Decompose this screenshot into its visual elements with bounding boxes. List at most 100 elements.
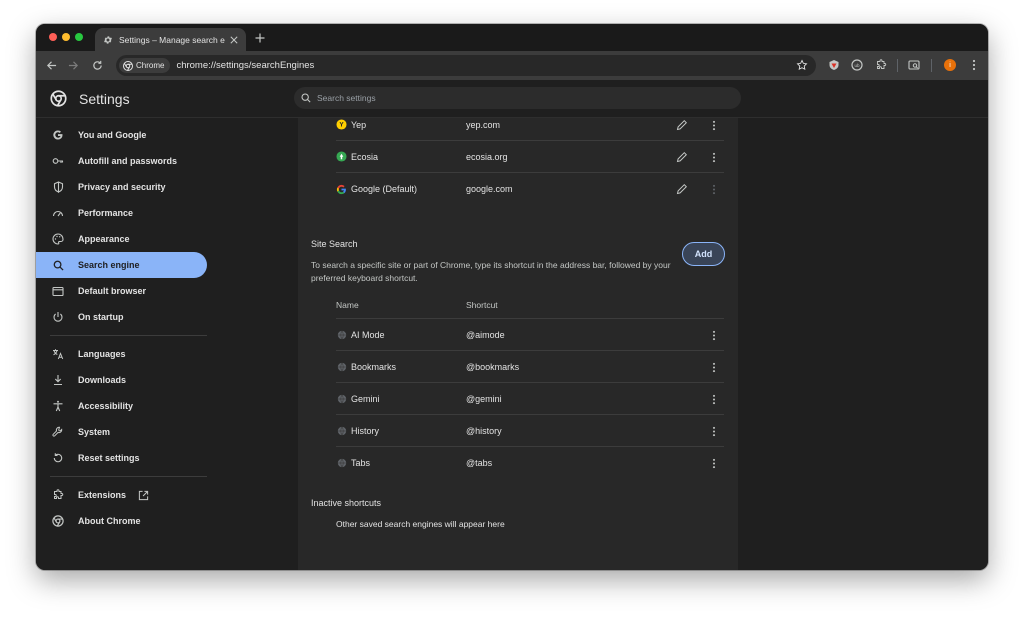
sidebar-item-performance[interactable]: Performance xyxy=(36,200,207,226)
more-vert-icon[interactable] xyxy=(708,393,720,405)
chrome-logo-icon xyxy=(50,90,67,107)
sidebar-item-accessibility[interactable]: Accessibility xyxy=(36,393,207,419)
sidebar-item-autofill[interactable]: Autofill and passwords xyxy=(36,148,207,174)
search-icon xyxy=(52,259,64,271)
more-vert-icon[interactable] xyxy=(708,457,720,469)
table-row: History @history xyxy=(336,415,724,447)
pencil-icon[interactable] xyxy=(676,119,688,131)
sidebar-item-privacy[interactable]: Privacy and security xyxy=(36,174,207,200)
globe-icon xyxy=(336,425,347,436)
sidebar-item-appearance[interactable]: Appearance xyxy=(36,226,207,252)
sidebar-item-label: Extensions xyxy=(78,490,127,500)
site-name: History xyxy=(351,425,380,436)
globe-icon xyxy=(336,361,347,372)
sidebar: You and Google Autofill and passwords Pr… xyxy=(36,118,298,570)
table-row: Bookmarks @bookmarks xyxy=(336,351,724,383)
site-info-chip[interactable]: Chrome xyxy=(119,58,171,73)
download-icon xyxy=(52,374,64,386)
reload-icon[interactable] xyxy=(90,58,104,72)
sidebar-item-label: About Chrome xyxy=(78,516,141,526)
pencil-icon[interactable] xyxy=(676,183,688,195)
more-vert-icon[interactable] xyxy=(708,151,720,163)
sidebar-item-languages[interactable]: Languages xyxy=(36,341,207,367)
search-input[interactable] xyxy=(317,93,717,103)
sidebar-item-on-startup[interactable]: On startup xyxy=(36,304,207,330)
sidebar-item-label: System xyxy=(78,427,111,437)
engine-name: Ecosia xyxy=(351,151,379,162)
site-name: Gemini xyxy=(351,393,380,404)
sidebar-item-reset-settings[interactable]: Reset settings xyxy=(36,445,207,471)
sidebar-item-you-and-google[interactable]: You and Google xyxy=(36,122,207,148)
table-row: Gemini @gemini xyxy=(336,383,724,415)
tab-strip: Settings – Manage search en xyxy=(36,24,988,51)
sidebar-item-default-browser[interactable]: Default browser xyxy=(36,278,207,304)
section-description: To search a specific site or part of Chr… xyxy=(311,260,671,283)
toolbar-divider xyxy=(897,59,898,72)
sidebar-divider xyxy=(50,335,207,336)
more-vert-icon[interactable] xyxy=(708,329,720,341)
svg-text:Y: Y xyxy=(339,122,344,129)
engine-name: Google (Default) xyxy=(351,184,418,194)
google-g-icon xyxy=(52,129,64,141)
kebab-menu-icon[interactable] xyxy=(967,58,981,72)
more-vert-icon[interactable] xyxy=(708,425,720,437)
site-shortcut: @history xyxy=(466,425,502,436)
sidebar-item-system[interactable]: System xyxy=(36,419,207,445)
minimize-window-button[interactable] xyxy=(62,33,70,41)
toolbar: Chrome chrome://settings/searchEngines u… xyxy=(36,51,988,80)
close-icon[interactable] xyxy=(229,35,239,45)
palette-icon xyxy=(52,233,64,245)
add-button[interactable]: Add xyxy=(682,242,725,266)
forward-arrow-icon[interactable] xyxy=(66,58,80,72)
chrome-icon xyxy=(52,515,64,527)
sidebar-divider xyxy=(50,476,207,477)
sidebar-item-about-chrome[interactable]: About Chrome xyxy=(36,508,207,534)
gear-icon xyxy=(102,34,113,45)
globe-icon xyxy=(336,393,347,404)
new-tab-button[interactable] xyxy=(254,32,266,44)
sidebar-item-extensions[interactable]: Extensions xyxy=(36,482,207,508)
sidebar-item-label: Appearance xyxy=(78,234,130,244)
tab-search-icon[interactable] xyxy=(907,58,921,72)
more-vert-icon[interactable] xyxy=(708,361,720,373)
list-item: Ecosia ecosia.org xyxy=(336,141,724,173)
accessibility-icon xyxy=(52,400,64,412)
column-header-name: Name xyxy=(336,300,359,310)
close-window-button[interactable] xyxy=(49,33,57,41)
sidebar-item-label: Default browser xyxy=(78,286,147,296)
tab-title: Settings – Manage search en xyxy=(119,34,225,45)
profile-avatar[interactable]: i xyxy=(944,59,956,71)
back-arrow-icon[interactable] xyxy=(44,58,58,72)
speedometer-icon xyxy=(52,207,64,219)
external-link-icon xyxy=(138,490,149,501)
shield-extension-icon[interactable] xyxy=(827,58,841,72)
site-shortcut: @tabs xyxy=(466,458,493,468)
ad-extension-icon[interactable]: ub xyxy=(850,58,864,72)
settings-search[interactable] xyxy=(294,87,741,109)
more-vert-icon xyxy=(708,183,720,195)
search-icon xyxy=(301,93,311,103)
tab-settings[interactable]: Settings – Manage search en xyxy=(95,28,246,51)
yep-icon: Y xyxy=(336,119,347,130)
pencil-icon[interactable] xyxy=(676,151,688,163)
url-text: chrome://settings/searchEngines xyxy=(176,60,315,71)
bookmark-star-icon[interactable] xyxy=(796,59,808,71)
table-row: Tabs @tabs xyxy=(336,447,724,479)
page-title: Settings xyxy=(79,91,130,107)
more-vert-icon[interactable] xyxy=(708,119,720,131)
zoom-window-button[interactable] xyxy=(75,33,83,41)
inactive-shortcuts-title: Inactive shortcuts xyxy=(311,498,382,508)
engine-name: Yep xyxy=(351,119,367,130)
key-icon xyxy=(52,155,64,167)
address-bar[interactable]: Chrome chrome://settings/searchEngines xyxy=(116,55,816,76)
sidebar-item-search-engine[interactable]: Search engine xyxy=(36,252,207,278)
sidebar-item-downloads[interactable]: Downloads xyxy=(36,367,207,393)
sidebar-item-label: Accessibility xyxy=(78,401,134,411)
search-engine-panel: Y Yep yep.com Ecosia ecosia.org Google (… xyxy=(298,118,738,570)
sidebar-item-label: On startup xyxy=(78,312,124,322)
engine-shortcut: ecosia.org xyxy=(466,151,508,162)
sidebar-item-label: Autofill and passwords xyxy=(78,156,178,166)
svg-text:ub: ub xyxy=(854,63,860,68)
puzzle-icon xyxy=(52,489,64,501)
puzzle-icon[interactable] xyxy=(874,58,888,72)
